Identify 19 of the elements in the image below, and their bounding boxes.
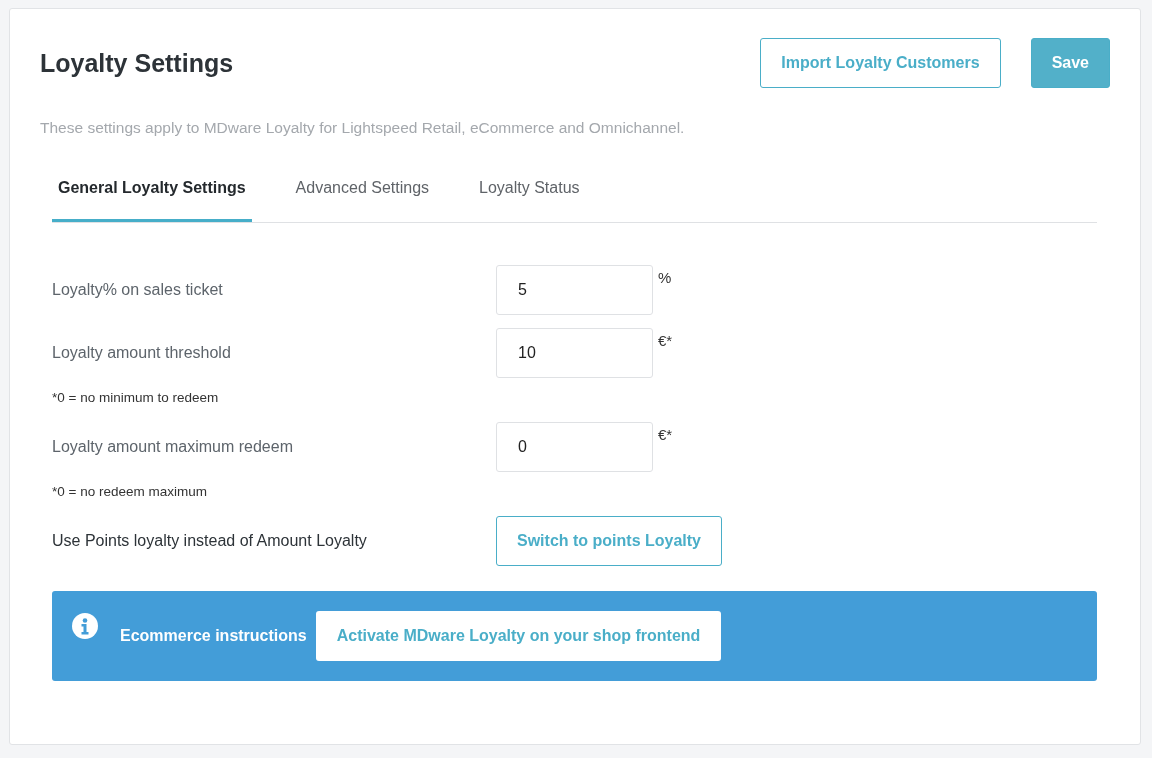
unit-label: €* xyxy=(657,331,674,349)
unit-label: % xyxy=(657,268,673,286)
input-field[interactable]: 0 xyxy=(496,422,653,472)
tab[interactable]: Advanced Settings xyxy=(289,165,436,222)
hint-text: *0 = no redeem maximum xyxy=(52,484,208,499)
input-field[interactable]: 10 xyxy=(496,328,653,378)
info-icon xyxy=(72,613,98,639)
description-text: These settings apply to MDware Loyalty for Lightspeed Retail, eCommerce and Omnichannel. xyxy=(40,119,686,137)
unit-label: €* xyxy=(657,425,674,443)
hint-text: *0 = no minimum to redeem xyxy=(52,390,220,405)
tab[interactable]: General Loyalty Settings xyxy=(52,165,252,222)
field-label: Use Points loyalty instead of Amount Loyalty xyxy=(52,532,368,550)
page-title: Loyalty Settings xyxy=(40,48,235,78)
field-label: Loyalty% on sales ticket xyxy=(52,281,224,299)
field-label: Loyalty amount maximum redeem xyxy=(52,438,294,456)
field-label: Loyalty amount threshold xyxy=(52,344,232,362)
banner-title: Ecommerce instructions xyxy=(120,627,307,645)
tab[interactable]: Loyalty Status xyxy=(473,165,586,222)
input-field[interactable]: 5 xyxy=(496,265,653,315)
